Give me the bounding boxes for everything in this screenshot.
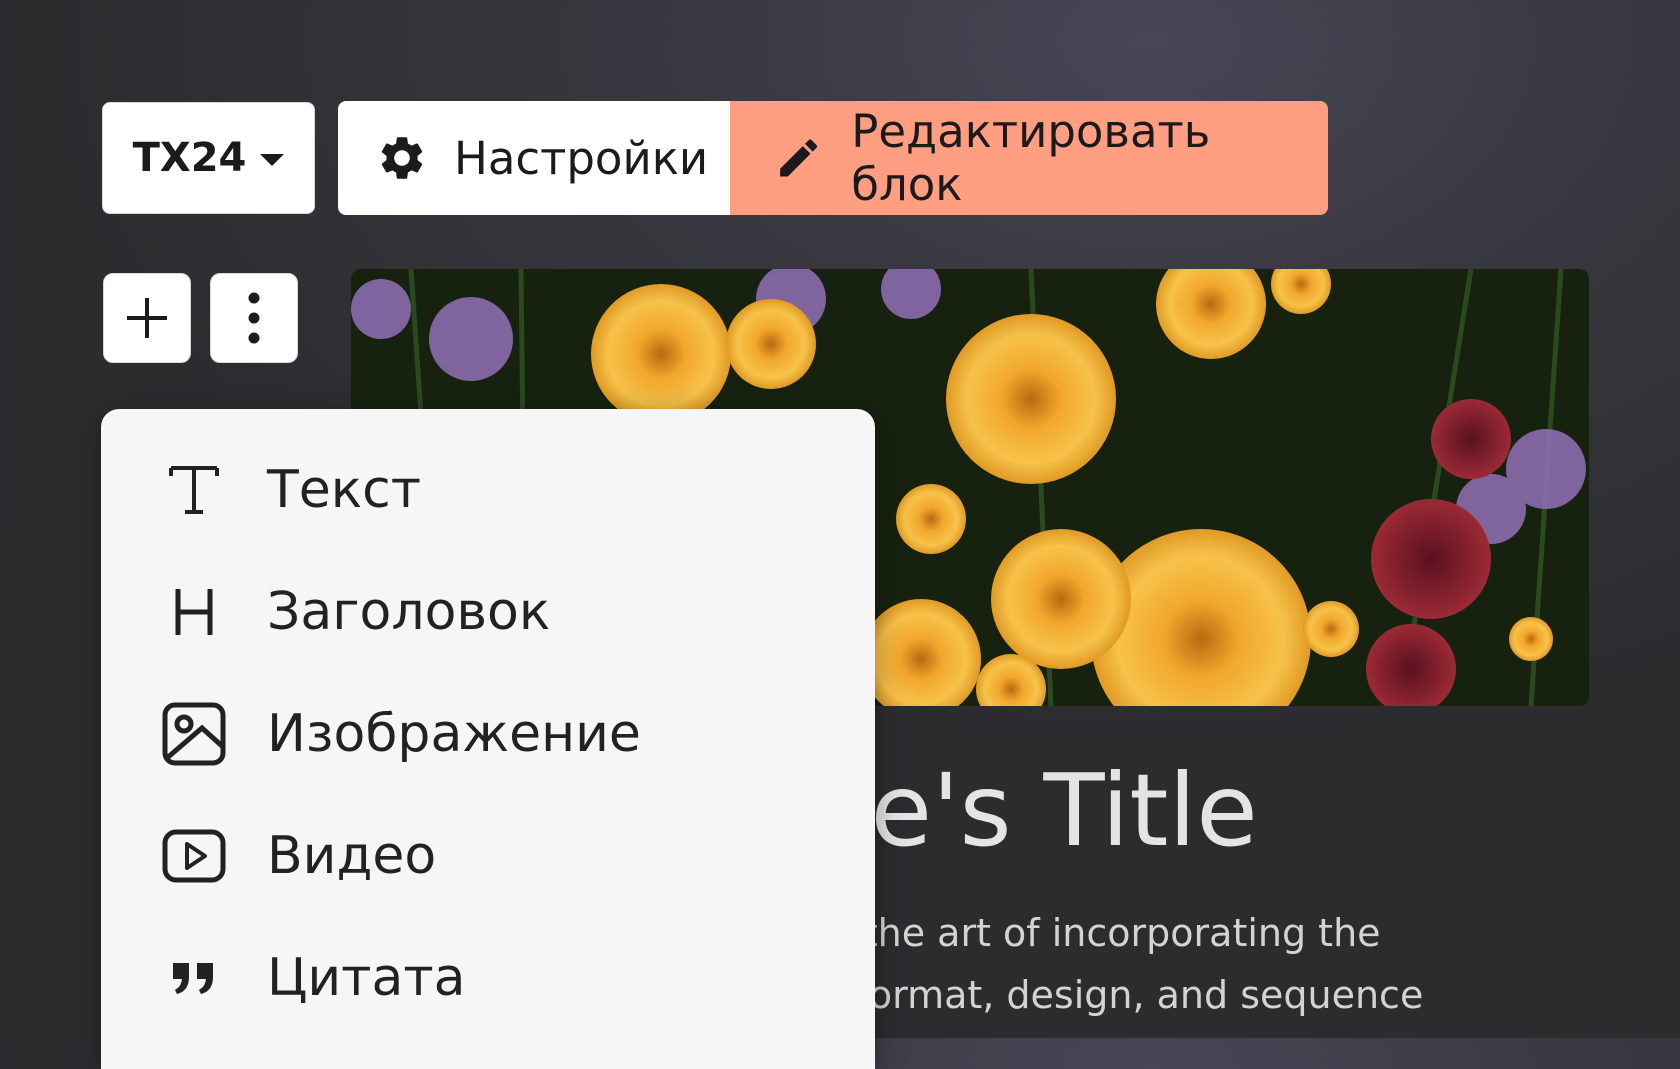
menu-item-text[interactable]: Текст <box>159 450 421 530</box>
text-icon <box>159 455 229 525</box>
settings-button[interactable]: Настройки <box>338 101 730 215</box>
caret-down-icon <box>260 154 285 166</box>
menu-item-label: Цитата <box>267 948 466 1008</box>
block-toolbar: Настройки Редактировать блок <box>338 101 1328 215</box>
menu-item-label: Видео <box>267 826 437 886</box>
template-label: TX24 <box>132 135 247 181</box>
video-icon <box>159 821 229 891</box>
add-block-button[interactable] <box>103 273 191 363</box>
edit-block-button[interactable]: Редактировать блок <box>730 101 1328 215</box>
menu-item-label: Заголовок <box>267 582 551 642</box>
settings-label: Настройки <box>454 131 709 185</box>
article-body[interactable]: gn is the art of incorporating the tyle,… <box>760 902 1620 1026</box>
gear-icon <box>381 137 423 179</box>
heading-icon <box>159 577 229 647</box>
menu-item-image[interactable]: Изображение <box>159 694 641 774</box>
article-body-line: tyle, format, design, and sequence <box>760 973 1424 1017</box>
more-options-button[interactable] <box>210 273 298 363</box>
insert-block-menu: Текст Заголовок Изображение Видео Цитата <box>101 409 875 1069</box>
menu-item-label: Изображение <box>267 704 641 764</box>
edit-block-label: Редактировать блок <box>851 105 1211 211</box>
menu-item-heading[interactable]: Заголовок <box>159 572 550 652</box>
menu-item-label: Текст <box>267 460 422 520</box>
pencil-icon <box>780 139 818 177</box>
article-body-line: gn is the art of incorporating the <box>760 911 1381 955</box>
image-icon <box>159 699 229 769</box>
quote-icon <box>159 943 229 1013</box>
menu-item-quote[interactable]: Цитата <box>159 938 465 1018</box>
template-selector-button[interactable]: TX24 <box>102 102 315 214</box>
menu-item-video[interactable]: Видео <box>159 816 436 896</box>
vertical-dots-icon <box>248 292 260 344</box>
plus-icon <box>127 298 167 338</box>
